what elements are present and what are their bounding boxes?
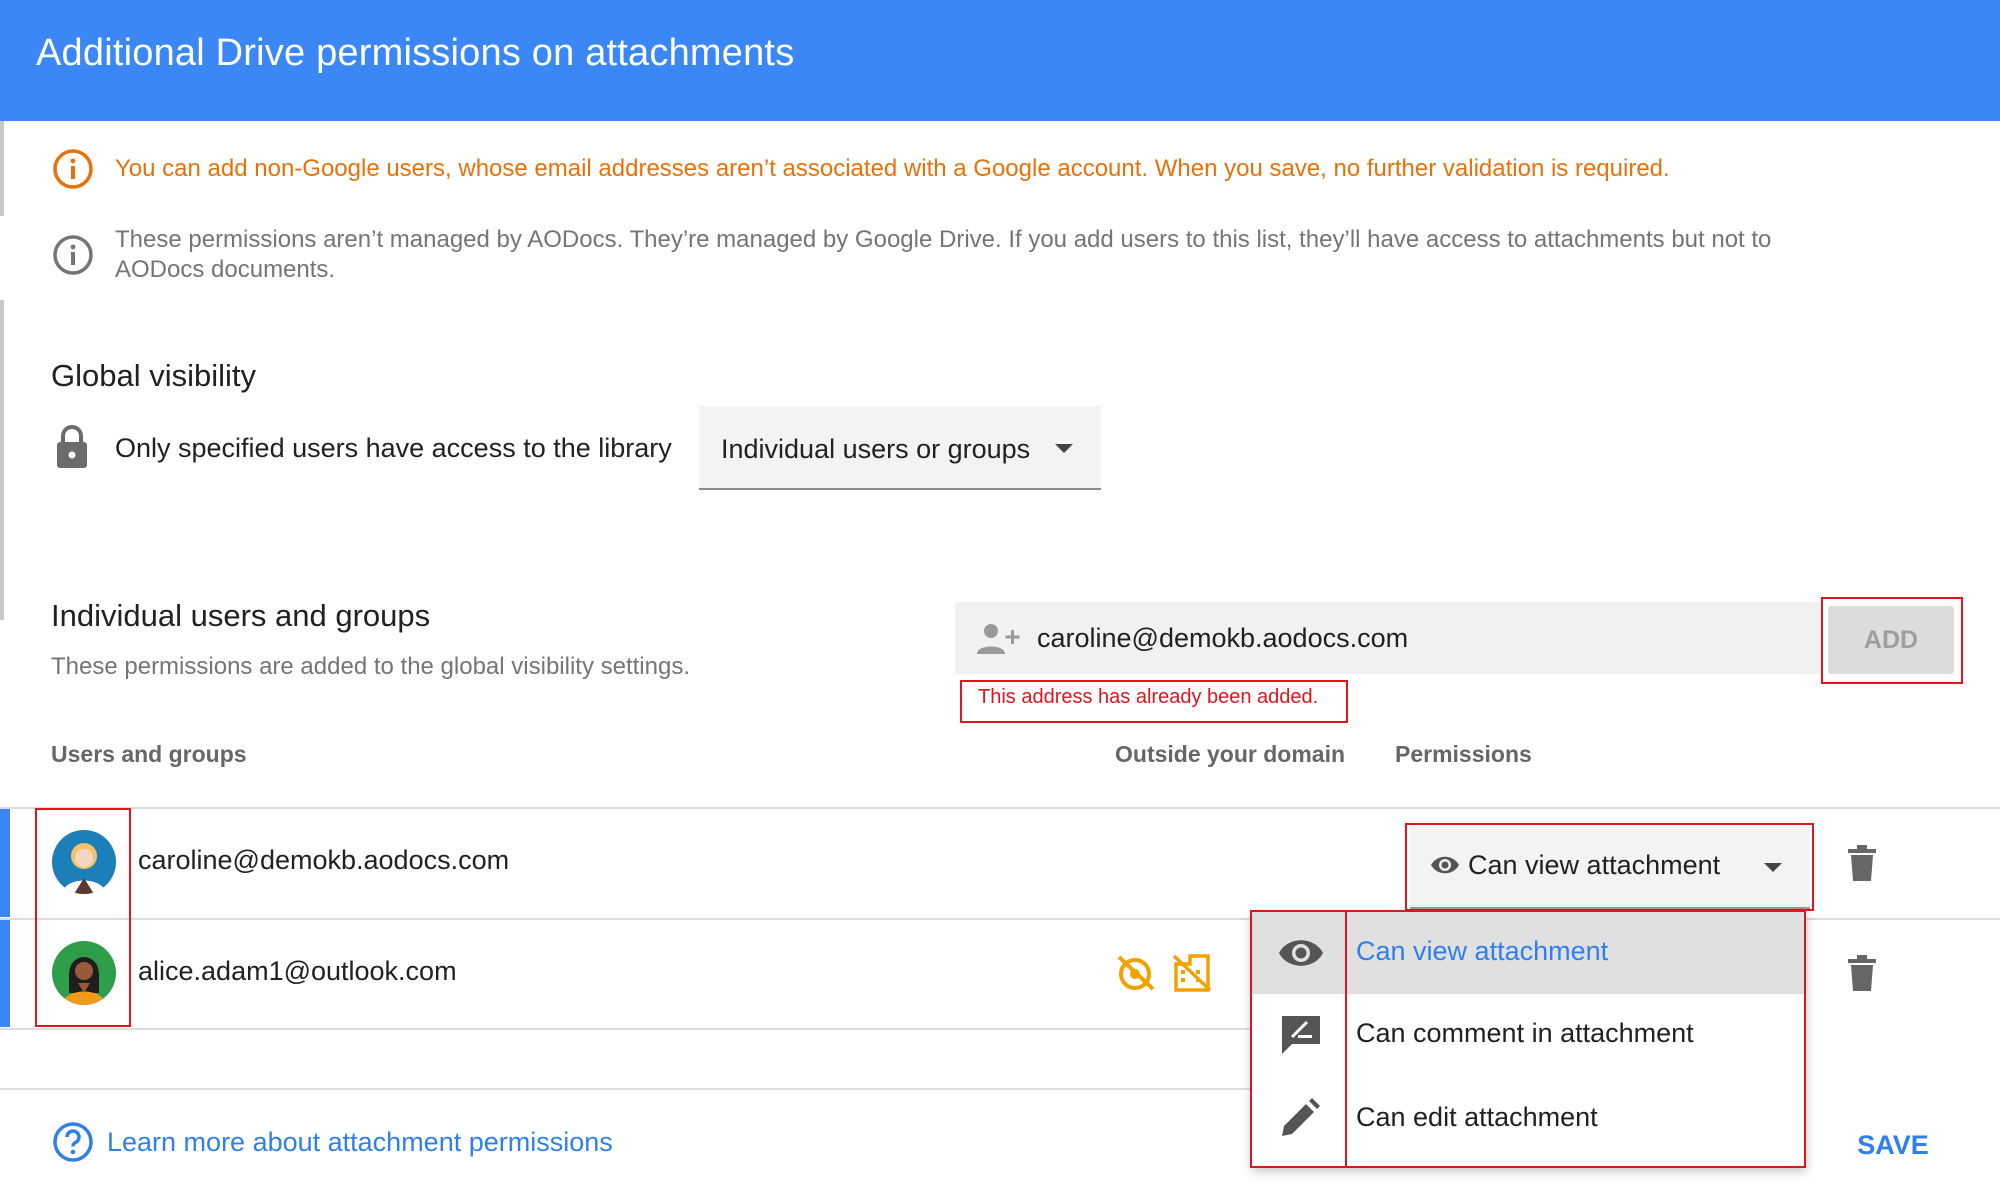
warning-info-icon bbox=[53, 149, 93, 189]
menu-item-label: Can edit attachment bbox=[1356, 1102, 1598, 1132]
menu-item-label: Can view attachment bbox=[1356, 936, 1609, 966]
person-avatar-icon bbox=[62, 957, 106, 1005]
row-selection-accent bbox=[0, 809, 10, 917]
dialog-title: Additional Drive permissions on attachme… bbox=[36, 32, 795, 74]
left-edge-line bbox=[0, 121, 4, 216]
global-visibility-select[interactable]: Individual users or groups bbox=[699, 406, 1101, 490]
save-button[interactable]: SAVE bbox=[1838, 1122, 1948, 1168]
help-icon[interactable] bbox=[52, 1121, 94, 1163]
info-notice-line1: These permissions aren’t managed by AODo… bbox=[115, 226, 1772, 253]
chevron-down-icon bbox=[1055, 444, 1073, 453]
dialog-header: Additional Drive permissions on attachme… bbox=[0, 0, 2000, 121]
info-notice-line2: AODocs documents. bbox=[115, 256, 336, 283]
lock-icon bbox=[57, 425, 87, 468]
column-header-users: Users and groups bbox=[51, 741, 247, 767]
permission-selected: Can view attachment bbox=[1468, 850, 1721, 880]
info-icon bbox=[53, 235, 93, 275]
menu-item-label: Can comment in attachment bbox=[1356, 1018, 1694, 1048]
row-selection-accent bbox=[0, 920, 10, 1027]
user-email: alice.adam1@outlook.com bbox=[138, 956, 457, 986]
individual-users-title: Individual users and groups bbox=[51, 598, 431, 633]
pencil-icon bbox=[1282, 1098, 1320, 1136]
column-header-permissions: Permissions bbox=[1395, 741, 1532, 767]
avatar bbox=[52, 941, 116, 1005]
eye-icon bbox=[1431, 856, 1459, 874]
table-divider bbox=[0, 807, 2000, 809]
delete-icon[interactable] bbox=[1848, 845, 1876, 881]
person-add-icon bbox=[977, 624, 1020, 654]
footer-divider bbox=[0, 1088, 1252, 1090]
global-visibility-selected: Individual users or groups bbox=[721, 434, 1031, 464]
permission-menu: Can view attachment Can comment in attac… bbox=[1252, 912, 1806, 1168]
error-message: This address has already been added. bbox=[978, 686, 1319, 708]
menu-item-can-edit[interactable]: Can edit attachment bbox=[1252, 1078, 1806, 1160]
comment-edit-icon bbox=[1282, 1016, 1320, 1054]
external-user-icon bbox=[1117, 955, 1155, 991]
left-edge-line bbox=[0, 300, 4, 620]
external-domain-icon bbox=[1172, 954, 1212, 992]
global-visibility-description: Only specified users have access to the … bbox=[115, 433, 672, 463]
person-avatar-icon bbox=[62, 843, 106, 894]
individual-users-subtitle: These permissions are added to the globa… bbox=[51, 653, 690, 680]
email-field-container bbox=[955, 602, 1821, 674]
email-field[interactable] bbox=[1037, 616, 1777, 660]
user-email: caroline@demokb.aodocs.com bbox=[138, 845, 510, 875]
menu-item-can-comment[interactable]: Can comment in attachment bbox=[1252, 994, 1806, 1076]
permission-select[interactable]: Can view attachment bbox=[1410, 825, 1810, 909]
permissions-dialog: Additional Drive permissions on attachme… bbox=[0, 0, 2000, 1196]
learn-more-link[interactable]: Learn more about attachment permissions bbox=[107, 1127, 613, 1158]
add-button[interactable]: ADD bbox=[1828, 606, 1954, 674]
eye-icon bbox=[1279, 940, 1323, 966]
warning-notice: You can add non-Google users, whose emai… bbox=[115, 155, 1670, 182]
table-divider bbox=[0, 1028, 1252, 1030]
delete-icon[interactable] bbox=[1848, 955, 1876, 991]
column-header-outside-domain: Outside your domain bbox=[1115, 741, 1346, 767]
avatar bbox=[52, 830, 116, 894]
chevron-down-icon bbox=[1764, 863, 1782, 872]
menu-item-can-view[interactable]: Can view attachment bbox=[1252, 912, 1806, 994]
global-visibility-title: Global visibility bbox=[51, 358, 257, 393]
